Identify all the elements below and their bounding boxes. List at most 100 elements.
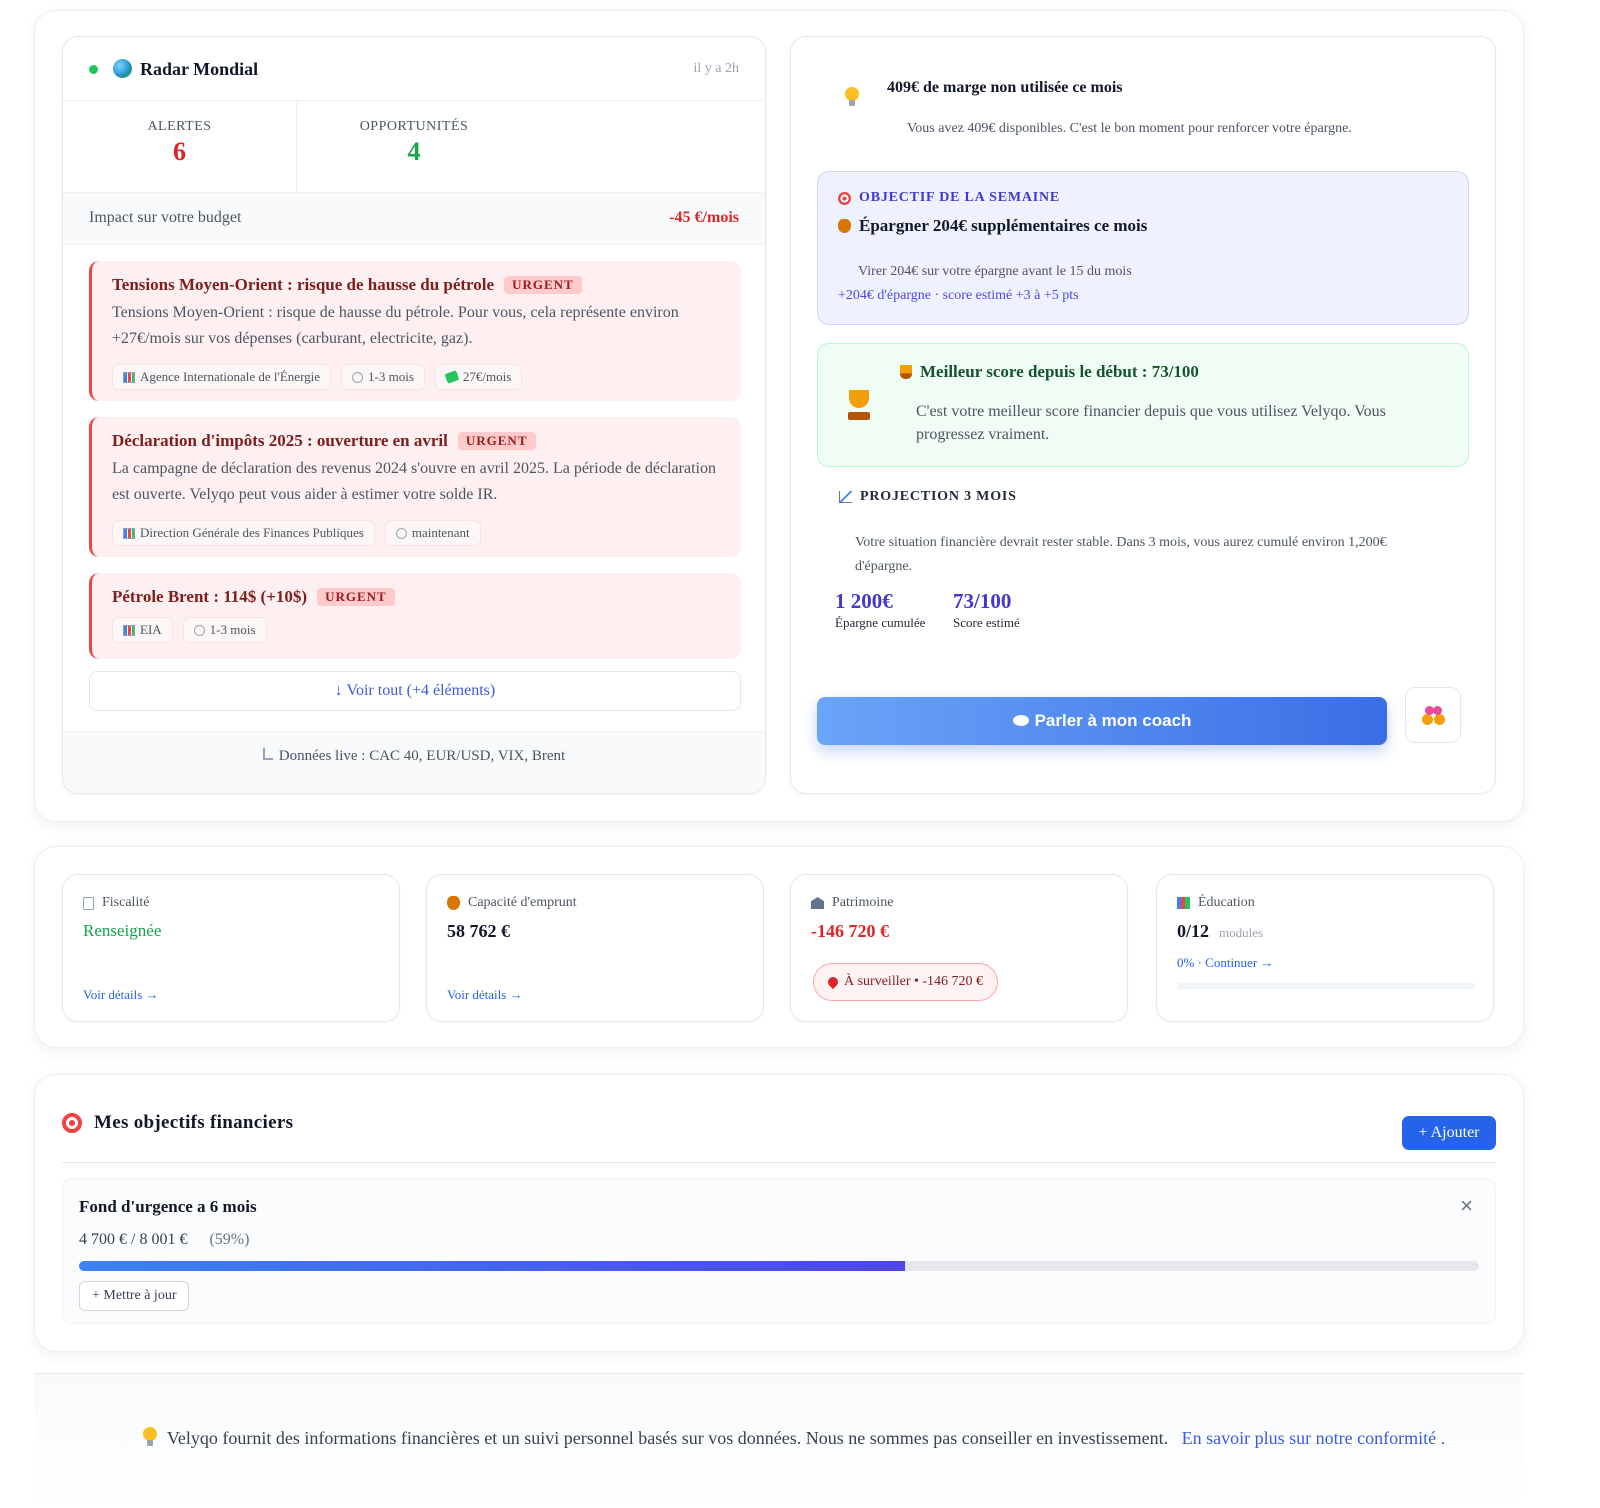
money-bag-icon — [447, 896, 460, 910]
compliance-footer: Velyqo fournit des informations financiè… — [34, 1374, 1524, 1508]
radar-stats: ALERTES 6 OPPORTUNITÉS 4 — [63, 101, 765, 193]
alert-title: Pétrole Brent : 114$ (+10$) — [112, 587, 308, 606]
lightbulb-icon — [142, 1427, 157, 1447]
alert-item[interactable]: Pétrole Brent : 114$ (+10$) URGENT EIA 1-… — [89, 573, 741, 659]
coach-button-label: Parler à mon coach — [1034, 711, 1192, 730]
live-data-text: Données live : CAC 40, EUR/USD, VIX, Bre… — [278, 748, 566, 764]
clock-icon — [395, 527, 407, 539]
books-icon — [1177, 897, 1190, 909]
horizon-chip: 1-3 mois — [182, 617, 267, 643]
alert-title: Tensions Moyen-Orient : risque de hausse… — [112, 275, 495, 294]
urgent-badge: URGENT — [457, 432, 536, 450]
opportunities-stat[interactable]: OPPORTUNITÉS 4 — [297, 101, 531, 192]
budget-impact: Impact sur votre budget -45 €/mois — [63, 193, 765, 245]
borrowing-card[interactable]: Capacité d'emprunt 58 762 € Voir détails… — [426, 874, 764, 1022]
edu-continue-link[interactable]: 0% · Continuer → — [1177, 955, 1273, 971]
hearts-button[interactable] — [1405, 687, 1461, 743]
score-label: Score estimé — [953, 615, 1020, 630]
clock-icon — [193, 624, 205, 636]
lightbulb-icon — [845, 87, 859, 107]
alert-title: Déclaration d'impôts 2025 : ouverture en… — [112, 431, 448, 450]
close-icon[interactable]: × — [1460, 1193, 1473, 1219]
alerts-label: ALERTES — [147, 119, 212, 134]
score-value: 73/100 — [953, 589, 1012, 613]
wealth-value: -146 720 € — [811, 921, 889, 941]
target-icon — [838, 191, 851, 205]
money-icon — [444, 370, 460, 384]
amount-chip: 27€/mois — [434, 364, 523, 390]
goal-amount: 4 700 € / 8 001 € — [79, 1231, 188, 1248]
alerts-stat[interactable]: ALERTES 6 — [63, 101, 297, 192]
horizon-chip: 1-3 mois — [341, 364, 425, 390]
fiscal-label: Fiscalité — [102, 895, 150, 910]
goal-name: Fond d'urgence a 6 mois — [79, 1197, 257, 1216]
globe-icon — [113, 59, 132, 78]
bar-chart-icon — [123, 624, 135, 636]
borrow-details-link[interactable]: Voir détails → — [447, 987, 523, 1003]
edu-unit: modules — [1219, 925, 1264, 940]
borrow-label: Capacité d'emprunt — [468, 895, 577, 910]
urgent-badge: URGENT — [504, 276, 582, 294]
hearts-icon — [1420, 704, 1448, 730]
trophy-icon — [900, 365, 912, 379]
add-goal-button[interactable]: + Ajouter — [1402, 1116, 1496, 1150]
objective-benefit: +204€ d'épargne · score estimé +3 à +5 p… — [838, 288, 1079, 303]
target-icon — [62, 1113, 82, 1133]
coach-card: 409€ de marge non utilisée ce mois Vous … — [790, 36, 1496, 794]
goal-percent: (59%) — [209, 1231, 250, 1248]
footer-end: . — [1440, 1428, 1446, 1448]
goal-item: Fond d'urgence a 6 mois × 4 700 € / 8 00… — [62, 1178, 1496, 1324]
satellite-icon — [262, 748, 273, 760]
projection-score: 73/100 Score estimé — [953, 589, 1020, 631]
pin-icon — [825, 974, 841, 990]
live-data-bar: Données live : CAC 40, EUR/USD, VIX, Bre… — [63, 731, 765, 793]
best-score-box: Meilleur score depuis le début : 73/100 … — [817, 343, 1469, 467]
projection-text: Votre situation financière devrait reste… — [855, 535, 1387, 574]
alert-text: La campagne de déclaration des revenus 2… — [112, 460, 716, 503]
urgent-badge: URGENT — [317, 588, 395, 606]
chart-up-icon — [839, 491, 852, 503]
source-chip: Agence Internationale de l'Énergie — [112, 364, 332, 390]
best-score-text: C'est votre meilleur score financier dep… — [916, 403, 1386, 443]
fiscal-value: Renseignée — [83, 921, 162, 940]
talk-to-coach-button[interactable]: Parler à mon coach — [817, 697, 1387, 745]
alert-item[interactable]: Tensions Moyen-Orient : risque de hausse… — [89, 261, 741, 401]
edu-label: Éducation — [1198, 895, 1255, 910]
edu-value: 0/12 — [1177, 921, 1210, 941]
opportunities-label: OPPORTUNITÉS — [359, 119, 469, 134]
money-bag-icon — [838, 219, 851, 233]
radar-header: Radar Mondial il y a 2h — [63, 37, 765, 101]
alert-item[interactable]: Déclaration d'impôts 2025 : ouverture en… — [89, 417, 741, 557]
goal-progress-bar — [79, 1261, 1479, 1271]
update-goal-button[interactable]: + Mettre à jour — [79, 1281, 190, 1311]
weekly-objective: OBJECTIF DE LA SEMAINE Épargner 204€ sup… — [817, 171, 1469, 325]
document-icon — [83, 896, 94, 910]
fiscal-details-link[interactable]: Voir détails → — [83, 987, 159, 1003]
impact-value: -45 €/mois — [669, 209, 739, 226]
edu-progress-bar — [1177, 983, 1475, 989]
bar-chart-icon — [123, 527, 135, 539]
divider — [62, 1162, 1496, 1163]
education-card[interactable]: Éducation 0/12 modules 0% · Continuer → — [1156, 874, 1494, 1022]
unused-margin-text: Vous avez 409€ disponibles. C'est le bon… — [907, 121, 1352, 136]
source-chip: Direction Générale des Finances Publique… — [112, 520, 375, 546]
projection-savings: 1 200€ Épargne cumulée — [835, 589, 925, 631]
footer-text: Velyqo fournit des informations financiè… — [166, 1428, 1169, 1448]
objective-text: Virer 204€ sur votre épargne avant le 15… — [858, 264, 1132, 279]
wealth-card[interactable]: Patrimoine -146 720 € À surveiller • -14… — [790, 874, 1128, 1022]
goal-progress-fill — [79, 1261, 905, 1271]
radar-card: Radar Mondial il y a 2h ALERTES 6 OPPORT… — [62, 36, 766, 794]
unused-margin-title: 409€ de marge non utilisée ce mois — [887, 79, 1123, 96]
see-all-button[interactable]: ↓ Voir tout (+4 éléments) — [89, 671, 741, 711]
clock-icon — [352, 371, 364, 383]
objective-title: Épargner 204€ supplémentaires ce mois — [859, 216, 1148, 235]
live-dot-icon — [89, 65, 98, 74]
radar-timestamp: il y a 2h — [693, 61, 740, 76]
borrow-value: 58 762 € — [447, 921, 510, 941]
opportunities-count: 4 — [407, 137, 421, 166]
projection-label: PROJECTION 3 MOIS — [860, 489, 1017, 504]
savings-value: 1 200€ — [835, 589, 893, 613]
objective-label: OBJECTIF DE LA SEMAINE — [859, 190, 1061, 205]
fiscal-card[interactable]: Fiscalité Renseignée Voir détails → — [62, 874, 400, 1022]
compliance-link[interactable]: En savoir plus sur notre conformité — [1182, 1428, 1436, 1448]
